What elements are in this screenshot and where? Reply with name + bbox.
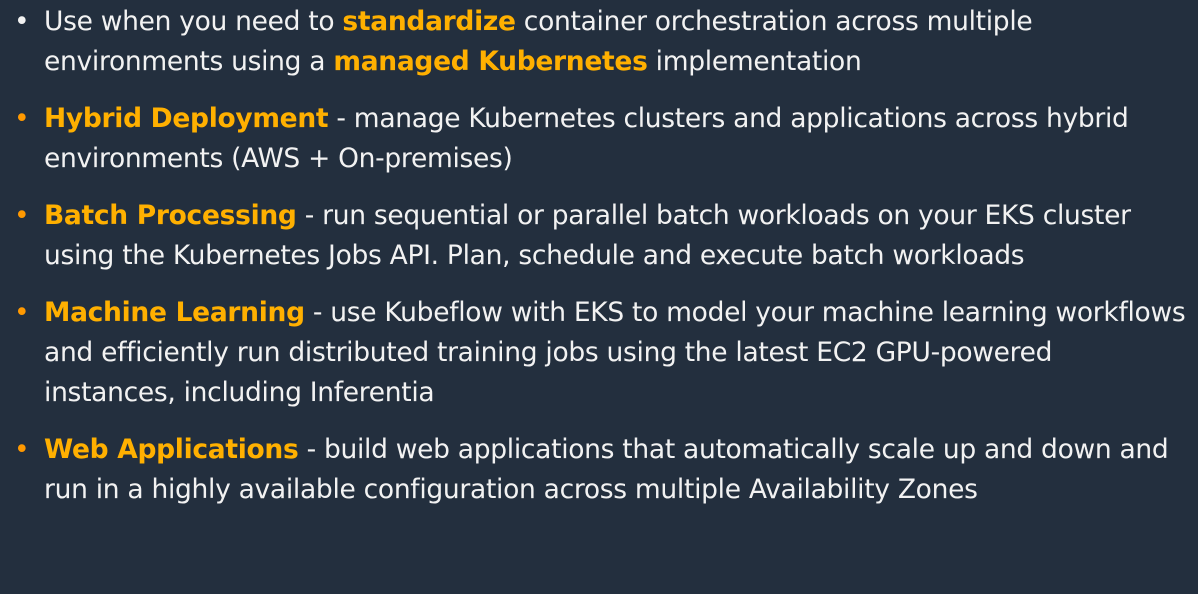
highlight-managed-kubernetes: managed Kubernetes — [333, 46, 648, 77]
bullet-dot-icon: • — [14, 103, 30, 134]
bullet-dot-icon: • — [14, 297, 30, 328]
bullet-text: Use when you need to — [44, 6, 343, 37]
bullet-title-web-applications: Web Applications — [44, 434, 299, 465]
slide: • Use when you need to standardize contai… — [0, 0, 1198, 594]
bullet-title-machine-learning: Machine Learning — [44, 297, 305, 328]
bullet-list: • Use when you need to standardize contai… — [14, 2, 1188, 510]
bullet-item-hybrid-deployment: • Hybrid Deployment - manage Kubernetes c… — [14, 99, 1188, 179]
bullet-dot-icon: • — [14, 6, 30, 37]
bullet-title-batch-processing: Batch Processing — [44, 200, 297, 231]
bullet-item-machine-learning: • Machine Learning - use Kubeflow with EK… — [14, 293, 1188, 413]
bullet-item-batch-processing: • Batch Processing - run sequential or pa… — [14, 196, 1188, 276]
highlight-standardize: standardize — [342, 6, 516, 37]
bullet-title-hybrid-deployment: Hybrid Deployment — [44, 103, 329, 134]
bullet-item-web-applications: • Web Applications - build web applicatio… — [14, 430, 1188, 510]
bullet-item-standardize: • Use when you need to standardize contai… — [14, 2, 1188, 82]
bullet-dot-icon: • — [14, 200, 30, 231]
bullet-text: implementation — [647, 46, 862, 77]
bullet-dot-icon: • — [14, 434, 30, 465]
